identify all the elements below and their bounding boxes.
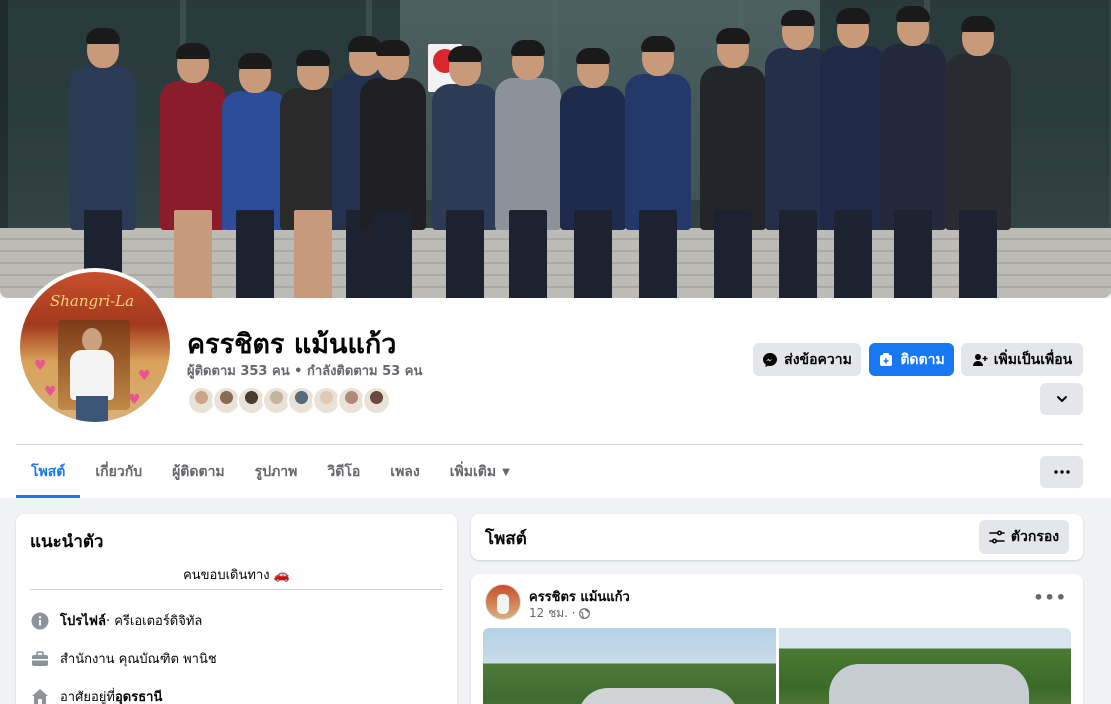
posts-header-card: โพสต์ ตัวกรอง xyxy=(471,514,1083,560)
header-divider xyxy=(16,444,1083,445)
post-more-button[interactable]: ••• xyxy=(1033,588,1067,607)
tab-4[interactable]: วิดีโอ xyxy=(312,446,375,498)
tab-1[interactable]: เกี่ยวกับ xyxy=(80,446,157,498)
intro-row-label: อาศัยอยู่ที่ xyxy=(60,690,115,704)
post-timestamp[interactable]: 12 ชม. · xyxy=(529,604,590,623)
tab-label: รูปภาพ xyxy=(254,464,298,480)
filter-button-label: ตัวกรอง xyxy=(1010,529,1060,545)
cover-photo[interactable] xyxy=(0,0,1111,298)
tab-2[interactable]: ผู้ติดตาม xyxy=(157,446,240,498)
posts-title: โพสต์ xyxy=(485,529,527,549)
intro-card: แนะนำตัว คนขอบเดินทาง 🚗 โปรไฟล์ · ครีเอเ… xyxy=(16,514,457,704)
cover-person xyxy=(625,36,691,298)
cover-people-group xyxy=(60,6,1050,298)
tab-6[interactable]: เพิ่มเติม ▼ xyxy=(435,446,525,498)
post-image-right[interactable] xyxy=(779,628,1071,704)
tab-label: วิดีโอ xyxy=(327,464,361,480)
post-image-left[interactable] xyxy=(483,628,776,704)
heart-icon: ♥ xyxy=(44,384,57,400)
tab-label: เพิ่มเติม xyxy=(449,464,497,480)
message-button-label: ส่งข้อความ xyxy=(784,351,852,368)
cover-person xyxy=(432,46,498,298)
cover-person xyxy=(360,40,426,298)
post-author-avatar[interactable] xyxy=(485,584,521,620)
tab-0[interactable]: โพสต์ xyxy=(16,446,81,498)
post-image-car xyxy=(578,688,738,704)
add-friend-button-label: เพิ่มเป็นเพื่อน xyxy=(993,351,1073,368)
cover-person xyxy=(945,16,1011,298)
tab-label: เพลง xyxy=(390,464,420,480)
info-icon xyxy=(30,611,50,631)
intro-row-value[interactable]: สำนักงาน คุณบัณฑิต พานิช xyxy=(60,648,217,669)
tab-5[interactable]: เพลง xyxy=(375,446,434,498)
cover-person xyxy=(160,43,226,298)
messenger-icon xyxy=(763,352,778,367)
globe-icon xyxy=(578,608,590,619)
follower-stats[interactable]: ผู้ติดตาม 353 คน • กำลังติดตาม 53 คน xyxy=(187,360,422,381)
heart-icon: ♥ xyxy=(128,392,141,408)
ellipsis-icon xyxy=(1053,470,1070,474)
follower-avatar-list[interactable] xyxy=(187,386,391,415)
profile-avatar[interactable]: Shangri-La ♥ ♥ ♥ ♥ xyxy=(16,268,174,426)
follow-button-label: ติดตาม xyxy=(900,351,945,368)
intro-row-value: · ครีเอเตอร์ดิจิทัล xyxy=(105,614,203,629)
more-options-button[interactable] xyxy=(1040,383,1083,415)
intro-row-value[interactable]: อุดรธานี xyxy=(115,686,162,704)
cover-person xyxy=(560,48,626,298)
profile-name: ครรชิตร แม้นแก้ว xyxy=(187,329,397,360)
tab-label: ผู้ติดตาม xyxy=(172,464,225,480)
avatar-person-body xyxy=(70,350,114,400)
filter-button[interactable]: ตัวกรอง xyxy=(979,520,1069,554)
add-friend-icon xyxy=(972,353,988,366)
avatar-sign-text: Shangri-La xyxy=(50,292,135,310)
chevron-down-icon xyxy=(1056,396,1067,402)
filter-icon xyxy=(989,530,1005,544)
intro-row-work: สำนักงาน คุณบัณฑิต พานิช xyxy=(30,648,217,669)
cover-person xyxy=(880,6,946,298)
home-icon xyxy=(30,687,50,704)
tab-3[interactable]: รูปภาพ xyxy=(240,446,313,498)
heart-icon: ♥ xyxy=(138,368,151,384)
cover-person xyxy=(222,53,288,298)
cover-person xyxy=(495,40,561,298)
follower-avatar[interactable] xyxy=(362,386,391,415)
tab-label: เกี่ยวกับ xyxy=(95,464,143,480)
tabs-more-button[interactable] xyxy=(1040,456,1083,488)
message-button[interactable]: ส่งข้อความ xyxy=(753,343,861,376)
cover-person xyxy=(70,28,136,298)
intro-bio: คนขอบเดินทาง 🚗 xyxy=(183,568,290,583)
intro-title: แนะนำตัว xyxy=(30,532,104,552)
intro-row-profile: โปรไฟล์ · ครีเอเตอร์ดิจิทัล xyxy=(30,610,202,631)
tab-label: โพสต์ xyxy=(31,464,66,480)
cover-person xyxy=(820,8,886,298)
cover-person xyxy=(700,28,766,298)
profile-tabs: โพสต์ เกี่ยวกับ ผู้ติดตาม รูปภาพ วิดีโอ เพลง เ… xyxy=(16,446,525,498)
intro-row-label: โปรไฟล์ xyxy=(60,614,106,629)
post-image-car xyxy=(829,664,1029,704)
heart-icon: ♥ xyxy=(34,358,47,374)
intro-divider xyxy=(30,589,443,590)
post-time-text: 12 ชม. · xyxy=(529,606,576,620)
caret-down-icon: ▼ xyxy=(502,466,510,478)
add-friend-button[interactable]: เพิ่มเป็นเพื่อน xyxy=(961,343,1083,376)
follow-button[interactable]: ติดตาม xyxy=(869,343,954,376)
follow-icon xyxy=(880,352,893,366)
avatar-person-head xyxy=(82,328,102,352)
post-card: ครรชิตร แม้นแก้ว 12 ชม. · ••• xyxy=(471,574,1083,704)
intro-row-home: อาศัยอยู่ที่ อุดรธานี xyxy=(30,686,162,704)
avatar-person-legs xyxy=(76,396,108,422)
avatar-image: Shangri-La ♥ ♥ ♥ ♥ xyxy=(20,272,170,422)
briefcase-icon xyxy=(30,649,50,669)
